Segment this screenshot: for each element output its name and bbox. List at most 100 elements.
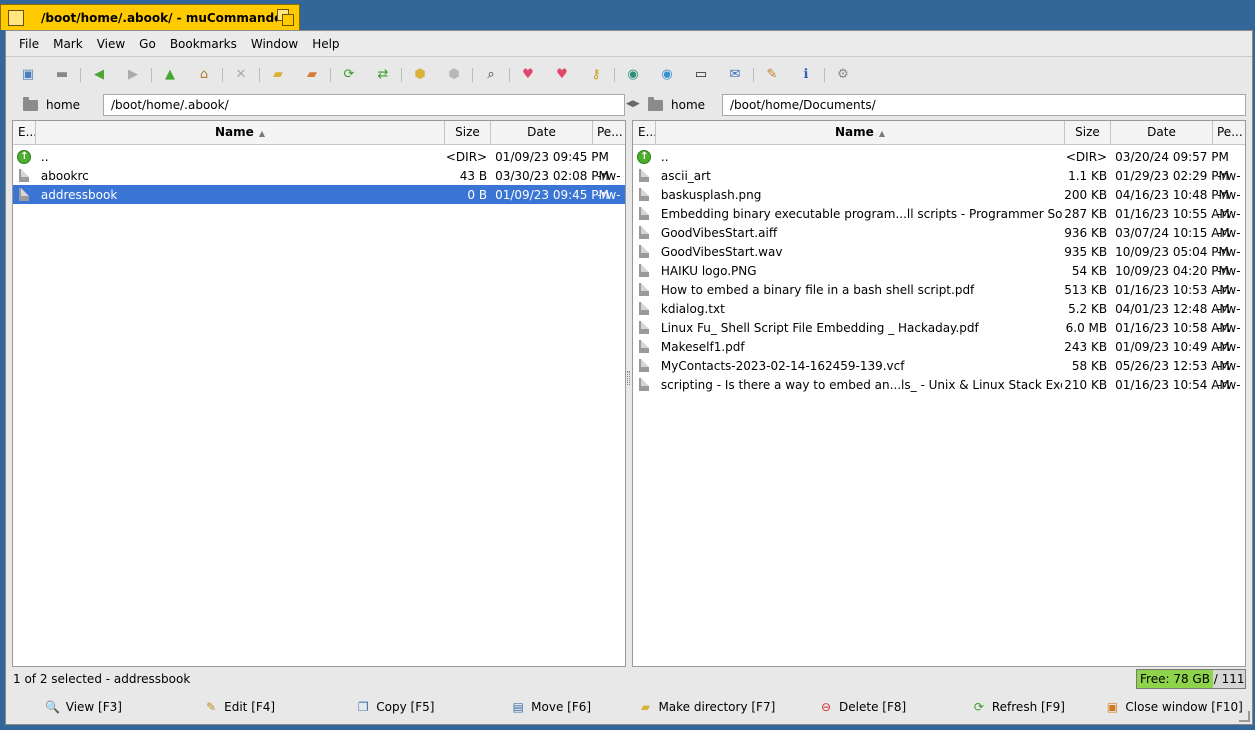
column-header-extension[interactable]: E... xyxy=(633,121,656,144)
file-row[interactable]: scripting - Is there a way to embed an..… xyxy=(633,375,1245,394)
column-header-name[interactable]: Name ▲ xyxy=(36,121,445,144)
edit-button[interactable]: ✎ Edit [F4] xyxy=(162,692,318,722)
column-header-name[interactable]: Name ▲ xyxy=(656,121,1065,144)
file-row[interactable]: GoodVibesStart.wav 935 KB 10/09/23 05:04 P… xyxy=(633,242,1245,261)
folder-icon xyxy=(648,96,663,111)
run-command-icon[interactable]: ✎ xyxy=(764,67,780,83)
toolbar-separator xyxy=(824,68,825,82)
add-bookmark-icon[interactable]: ♥ xyxy=(520,67,536,83)
file-row[interactable]: kdialog.txt 5.2 KB 04/01/23 12:48 AM -rw- xyxy=(633,299,1245,318)
file-row[interactable]: Makeself1.pdf 243 KB 01/09/23 10:49 AM -rw- xyxy=(633,337,1245,356)
swap-panels-icon[interactable]: ⇄ xyxy=(375,67,391,83)
file-permissions: -rw- xyxy=(1217,358,1241,373)
unpack-icon[interactable]: ⬢ xyxy=(446,67,462,83)
splitter-handle[interactable] xyxy=(627,371,630,385)
go-to-parent-icon[interactable]: ▲ xyxy=(162,67,178,83)
edit-credentials-icon[interactable]: ⚷ xyxy=(588,67,604,83)
remote-drive-icon[interactable]: ▬ xyxy=(54,67,70,83)
close-window-icon[interactable] xyxy=(8,9,24,26)
new-window-icon[interactable]: ▣ xyxy=(20,67,36,83)
view-button[interactable]: 🔍 View [F3] xyxy=(6,692,162,722)
file-row[interactable]: baskusplash.png 200 KB 04/16/23 10:48 PM -r… xyxy=(633,185,1245,204)
file-name: Embedding binary executable program...ll… xyxy=(660,206,1063,221)
file-row[interactable]: ascii_art 1.1 KB 01/29/23 02:29 PM -rw- xyxy=(633,166,1245,185)
parent-directory-row[interactable]: ↑.. <DIR> 03/20/24 09:57 PM xyxy=(633,147,1245,166)
left-file-panel[interactable]: E... Name ▲ Size Date Pe... ↑.. <DIR> 01/09/23 0… xyxy=(12,120,626,667)
file-icon xyxy=(639,283,650,296)
refresh-button[interactable]: ⟳ Refresh [F9] xyxy=(941,692,1097,722)
file-row[interactable]: Linux Fu_ Shell Script File Embedding _ … xyxy=(633,318,1245,337)
find-icon[interactable]: ⌕ xyxy=(483,67,499,83)
file-date: 03/30/23 02:08 PM xyxy=(495,168,609,183)
icon-cell xyxy=(633,302,656,315)
file-name: kdialog.txt xyxy=(660,301,725,316)
file-name: .. xyxy=(660,149,669,164)
menu-bookmarks[interactable]: Bookmarks xyxy=(163,31,244,57)
column-header-date[interactable]: Date xyxy=(491,121,593,144)
parent-directory-row[interactable]: ↑.. <DIR> 01/09/23 09:45 PM xyxy=(13,147,625,166)
connect-server-icon[interactable]: ◉ xyxy=(625,67,641,83)
toolbar-separator xyxy=(509,68,510,82)
menu-window[interactable]: Window xyxy=(244,31,305,57)
file-row[interactable]: MyContacts-2023-02-14-162459-139.vcf 58 K… xyxy=(633,356,1245,375)
move-button[interactable]: ▤ Move [F6] xyxy=(473,692,629,722)
file-permissions: -rw- xyxy=(597,168,621,183)
file-permissions: -rw- xyxy=(1217,301,1241,316)
unmark-files-icon[interactable]: ▰ xyxy=(304,67,320,83)
terminal-icon[interactable]: ▭ xyxy=(693,67,709,83)
menu-help[interactable]: Help xyxy=(305,31,346,57)
left-path-field[interactable]: /boot/home/.abook/ xyxy=(103,94,625,116)
back-icon[interactable]: ◀ xyxy=(91,67,107,83)
left-location-button[interactable]: home xyxy=(6,94,86,116)
free-space-indicator: Free: 78 GB / 111 GB xyxy=(1136,669,1246,689)
file-icon xyxy=(639,169,650,182)
column-header-date[interactable]: Date xyxy=(1111,121,1213,144)
home-icon[interactable]: ⌂ xyxy=(196,67,212,83)
file-name: baskusplash.png xyxy=(660,187,762,202)
file-row[interactable]: addressbook 0 B 01/09/23 09:45 PM -rw- xyxy=(13,185,625,204)
file-icon xyxy=(19,169,30,182)
stop-icon[interactable]: ✕ xyxy=(233,67,249,83)
right-file-panel[interactable]: E... Name ▲ Size Date Pe... ↑.. <DIR> 03/20/24 0… xyxy=(632,120,1246,667)
right-path-field[interactable]: /boot/home/Documents/ xyxy=(722,94,1246,116)
make-directory-button[interactable]: ▰ Make directory [F7] xyxy=(629,692,785,722)
menu-mark[interactable]: Mark xyxy=(46,31,90,57)
menu-file[interactable]: File xyxy=(12,31,46,57)
column-header-size[interactable]: Size xyxy=(445,121,491,144)
file-row[interactable]: Embedding binary executable program...ll… xyxy=(633,204,1245,223)
zoom-icon[interactable] xyxy=(277,8,295,27)
file-row[interactable]: How to embed a binary file in a bash she… xyxy=(633,280,1245,299)
free-space-label: Free: 78 GB / 111 GB xyxy=(1140,672,1245,686)
column-header-permissions[interactable]: Pe... xyxy=(1213,121,1245,144)
file-row[interactable]: abookrc 43 B 03/30/23 02:08 PM -rw- xyxy=(13,166,625,185)
file-row[interactable]: HAIKU logo.PNG 54 KB 10/09/23 04:20 PM -rw- xyxy=(633,261,1245,280)
right-location-button[interactable]: home xyxy=(631,94,711,116)
file-size: 935 KB xyxy=(1064,244,1108,259)
info-icon[interactable]: ℹ xyxy=(798,67,814,83)
icon-cell xyxy=(633,359,656,372)
column-header-permissions[interactable]: Pe... xyxy=(593,121,625,144)
browse-web-icon[interactable]: ◉ xyxy=(659,67,675,83)
window-title: /boot/home/.abook/ - muCommander xyxy=(41,10,277,25)
column-header-size[interactable]: Size xyxy=(1065,121,1111,144)
column-header-extension[interactable]: E... xyxy=(13,121,36,144)
mark-files-icon[interactable]: ▰ xyxy=(270,67,286,83)
window-tab[interactable]: /boot/home/.abook/ - muCommander xyxy=(0,4,300,30)
pack-icon[interactable]: ⬢ xyxy=(412,67,428,83)
edit-bookmarks-icon[interactable]: ♥ xyxy=(554,67,570,83)
close-window-button[interactable]: ▣ Close window [F10] xyxy=(1096,692,1252,722)
delete-button[interactable]: ⊖ Delete [F8] xyxy=(785,692,941,722)
file-permissions: -rw- xyxy=(1217,187,1241,202)
menu-go[interactable]: Go xyxy=(132,31,163,57)
file-row[interactable]: GoodVibesStart.aiff 936 KB 03/07/24 10:15 … xyxy=(633,223,1245,242)
menu-view[interactable]: View xyxy=(90,31,132,57)
file-date: 10/09/23 05:04 PM xyxy=(1115,244,1229,259)
preferences-icon[interactable]: ⚙ xyxy=(835,67,851,83)
copy-button[interactable]: ❐ Copy [F5] xyxy=(318,692,474,722)
forward-icon[interactable]: ▶ xyxy=(125,67,141,83)
refresh-icon[interactable]: ⟳ xyxy=(341,67,357,83)
file-name: ascii_art xyxy=(660,168,711,183)
email-icon[interactable]: ✉ xyxy=(727,67,743,83)
file-icon xyxy=(639,245,650,258)
resize-grip[interactable] xyxy=(1239,711,1250,722)
